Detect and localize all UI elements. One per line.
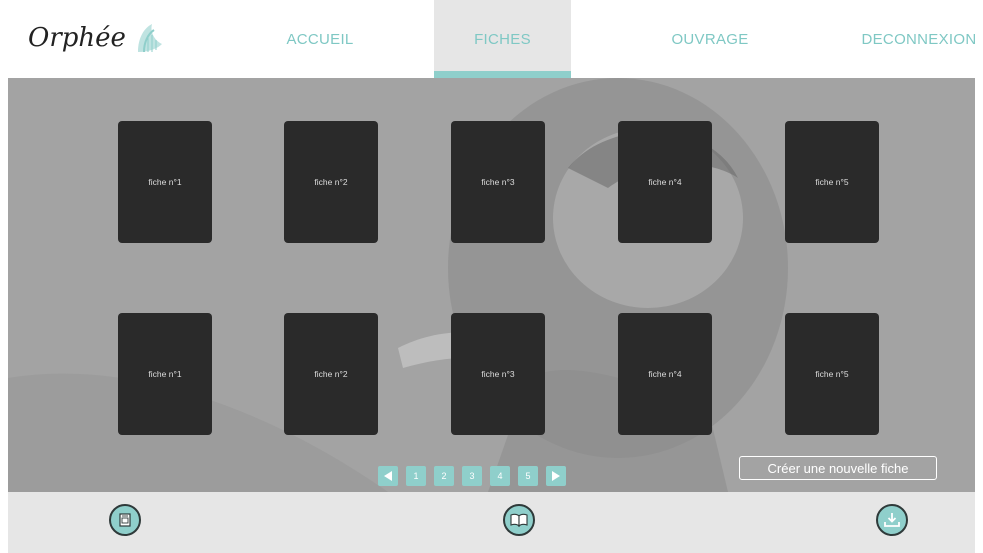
fiche-card-label: fiche n°2 (314, 369, 348, 379)
brand-name: Orphée (28, 23, 126, 53)
book-button[interactable] (503, 504, 535, 536)
fiche-card[interactable]: fiche n°2 (284, 313, 378, 435)
harp-logo-icon (137, 24, 162, 53)
bottom-toolbar (8, 492, 975, 553)
fiche-card[interactable]: fiche n°4 (618, 313, 712, 435)
download-icon (884, 513, 900, 527)
fiche-card[interactable]: fiche n°4 (618, 121, 712, 243)
brand-logo[interactable]: Orphée (28, 18, 170, 58)
pagination-prev-button[interactable] (378, 466, 398, 486)
triangle-left-icon (384, 471, 392, 481)
fiche-card-label: fiche n°3 (481, 369, 515, 379)
fiche-card-label: fiche n°4 (648, 369, 682, 379)
nav-fiches[interactable]: FICHES (434, 0, 571, 78)
pagination-page-5[interactable]: 5 (518, 466, 538, 486)
pagination-page-1[interactable]: 1 (406, 466, 426, 486)
nav-deconnexion[interactable]: DECONNEXION (855, 0, 983, 78)
fiche-card[interactable]: fiche n°1 (118, 313, 212, 435)
pagination-page-4[interactable]: 4 (490, 466, 510, 486)
fiche-card-label: fiche n°1 (148, 369, 182, 379)
download-button[interactable] (876, 504, 908, 536)
document-button[interactable] (109, 504, 141, 536)
pagination-page-2[interactable]: 2 (434, 466, 454, 486)
fiche-card[interactable]: fiche n°1 (118, 121, 212, 243)
fiche-card-label: fiche n°4 (648, 177, 682, 187)
fiche-card-label: fiche n°5 (815, 369, 849, 379)
nav-accueil[interactable]: ACCUEIL (270, 0, 370, 78)
fiche-card-label: fiche n°3 (481, 177, 515, 187)
open-book-icon (510, 513, 528, 527)
pagination: 1 2 3 4 5 (378, 466, 566, 486)
fiches-grid-area: fiche n°1 fiche n°2 fiche n°3 fiche n°4 … (8, 78, 975, 492)
triangle-right-icon (552, 471, 560, 481)
fiche-card[interactable]: fiche n°3 (451, 121, 545, 243)
fiche-card[interactable]: fiche n°2 (284, 121, 378, 243)
fiche-card-label: fiche n°5 (815, 177, 849, 187)
document-icon (119, 513, 131, 527)
nav-ouvrage[interactable]: OUVRAGE (655, 0, 765, 78)
fiche-card-label: fiche n°2 (314, 177, 348, 187)
pagination-page-3[interactable]: 3 (462, 466, 482, 486)
pagination-next-button[interactable] (546, 466, 566, 486)
create-new-fiche-button[interactable]: Créer une nouvelle fiche (739, 456, 937, 480)
fiche-card[interactable]: fiche n°5 (785, 313, 879, 435)
top-navigation-bar: Orphée ACCUEIL FICHES OUVRAGE DECONNEXIO… (0, 0, 983, 78)
fiche-card[interactable]: fiche n°5 (785, 121, 879, 243)
fiche-card-label: fiche n°1 (148, 177, 182, 187)
fiche-card[interactable]: fiche n°3 (451, 313, 545, 435)
